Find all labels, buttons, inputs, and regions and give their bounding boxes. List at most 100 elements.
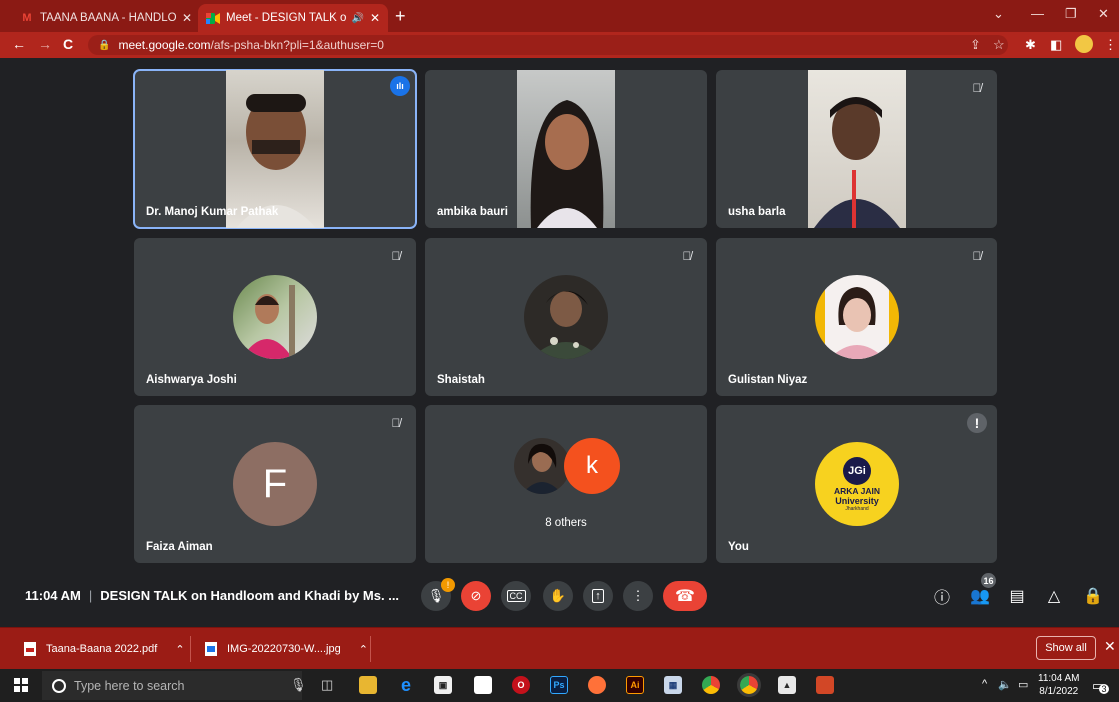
download-item[interactable]: IMG-20220730-W....jpg ⌃	[205, 628, 368, 670]
microphone-icon[interactable]: 🎙	[290, 677, 307, 693]
restore-icon[interactable]: ❐	[1065, 6, 1077, 22]
people-icon[interactable]: 👥	[969, 585, 991, 607]
host-controls-icon[interactable]: 🔒	[1082, 585, 1104, 607]
participant-avatar	[815, 275, 899, 359]
photos-icon[interactable]: ▲	[778, 676, 796, 694]
chrome-active-icon[interactable]	[737, 673, 761, 697]
tab-gmail[interactable]: M TAANA BAANA - HANDLOOM AN ✕	[12, 4, 200, 32]
tab-search-icon[interactable]: ⌄	[993, 6, 1004, 22]
document-icon[interactable]	[474, 676, 492, 694]
others-initial-avatar: k	[564, 438, 620, 494]
tab-title: Meet - DESIGN TALK on Han	[226, 12, 347, 24]
participant-name: usha barla	[728, 206, 786, 218]
leave-call-button[interactable]: ☎	[663, 581, 707, 611]
logo-jgi: JGi	[843, 456, 871, 485]
tab-meet[interactable]: Meet - DESIGN TALK on Han 🔊 ✕	[198, 4, 388, 32]
volume-icon[interactable]: 🔈	[998, 678, 1012, 691]
tab-title: TAANA BAANA - HANDLOOM AN	[40, 12, 176, 24]
participant-avatar	[524, 275, 608, 359]
side-panel-icon[interactable]: ◧	[1050, 37, 1062, 53]
notes-icon[interactable]: ▦	[664, 676, 682, 694]
photoshop-icon[interactable]: Ps	[550, 676, 568, 694]
participant-name: ambika bauri	[437, 206, 508, 218]
close-window-icon[interactable]: ✕	[1098, 6, 1109, 22]
taskbar-clock[interactable]: 11:04 AM 8/1/2022	[1038, 672, 1080, 698]
alert-icon[interactable]: !	[967, 413, 987, 433]
others-tile[interactable]: k 8 others	[425, 405, 707, 563]
others-count-label: 8 others	[545, 517, 587, 529]
taskbar-search-input[interactable]: Type here to search	[42, 671, 302, 700]
present-icon: ↑	[592, 589, 604, 603]
raise-hand-button[interactable]: ✋	[543, 581, 573, 611]
meeting-time: 11:04 AM	[25, 588, 81, 603]
university-logo-avatar: JGi ARKA JAIN University Jharkhand	[815, 442, 899, 526]
more-options-button[interactable]: ⋮	[623, 581, 653, 611]
url-host: meet.google.com	[118, 38, 211, 52]
mic-off-icon: 🎙̸	[391, 249, 401, 263]
download-item[interactable]: Taana-Baana 2022.pdf ⌃	[24, 628, 185, 670]
edge-icon[interactable]: e	[397, 675, 415, 695]
captions-icon: CC	[506, 590, 526, 602]
close-downloads-icon[interactable]: ✕	[1104, 638, 1116, 655]
participant-video	[808, 70, 906, 228]
mic-alert-badge: !	[441, 578, 455, 592]
reload-icon[interactable]: C	[63, 36, 73, 52]
participant-tile[interactable]: 🎙̸ usha barla	[716, 70, 997, 228]
show-all-button[interactable]: Show all	[1036, 636, 1096, 660]
camera-off-button[interactable]: ⊘	[461, 581, 491, 611]
participant-tile[interactable]: 🎙̸ Gulistan Niyaz	[716, 238, 997, 396]
participant-initial-avatar: F	[233, 442, 317, 526]
extensions-icon[interactable]: ✱	[1025, 37, 1036, 53]
pdf-file-icon	[24, 642, 36, 656]
chat-icon[interactable]: ▤	[1006, 585, 1028, 607]
url-input[interactable]: 🔒 meet.google.com /afs-psha-bkn?pli=1&au…	[88, 35, 1008, 55]
profile-avatar[interactable]	[1075, 35, 1093, 53]
powerpoint-icon[interactable]	[816, 676, 834, 694]
store-icon[interactable]: ▣	[434, 676, 452, 694]
mic-button[interactable]: 🎙 !	[421, 578, 455, 611]
participant-tile[interactable]: 🎙̸ F Faiza Aiman	[134, 405, 416, 563]
menu-dots-icon[interactable]: ⋮	[1104, 37, 1117, 53]
lock-icon[interactable]: 🔒	[98, 40, 110, 51]
chevron-up-icon[interactable]: ⌃	[175, 643, 184, 656]
windows-start-icon[interactable]	[14, 678, 28, 692]
download-shelf: Taana-Baana 2022.pdf ⌃ IMG-20220730-W...…	[0, 627, 1119, 669]
self-tile[interactable]: ! JGi ARKA JAIN University Jharkhand You	[716, 405, 997, 563]
speaker-icon[interactable]: 🔊	[351, 13, 363, 24]
participant-tile[interactable]: 🎙̸ Aishwarya Joshi	[134, 238, 416, 396]
notification-center-icon[interactable]: 3 ▭	[1092, 678, 1109, 694]
speaking-indicator-icon: ılı	[390, 76, 410, 96]
task-view-icon[interactable]: ◫	[321, 677, 333, 693]
address-bar-row: ← → C 🔒 meet.google.com /afs-psha-bkn?pl…	[0, 32, 1119, 58]
participant-tile[interactable]: ılı Dr. Manoj Kumar Pathak	[133, 69, 417, 229]
present-button[interactable]: ↑	[583, 581, 613, 611]
close-tab-icon[interactable]: ✕	[182, 11, 192, 25]
bookmark-star-icon[interactable]: ☆	[993, 37, 1005, 53]
chevron-up-icon[interactable]: ⌃	[359, 643, 368, 656]
participant-tile[interactable]: ambika bauri	[425, 70, 707, 228]
minimize-icon[interactable]: —	[1031, 6, 1044, 21]
close-tab-icon[interactable]: ✕	[370, 11, 380, 25]
illustrator-icon[interactable]: Ai	[626, 676, 644, 694]
meeting-details: 11:04 AM | DESIGN TALK on Handloom and Kha…	[25, 588, 399, 603]
meeting-info-icon[interactable]: ⓘ	[931, 585, 953, 607]
file-explorer-icon[interactable]	[359, 676, 377, 694]
activities-icon[interactable]: △	[1043, 585, 1065, 607]
firefox-icon[interactable]	[588, 676, 606, 694]
participant-name: Dr. Manoj Kumar Pathak	[146, 206, 279, 218]
participant-tile[interactable]: 🎙̸ Shaistah	[425, 238, 707, 396]
participant-count-badge: 16	[981, 573, 996, 588]
mic-off-icon: 🎙̸	[682, 249, 692, 263]
captions-button[interactable]: CC	[501, 581, 531, 611]
mic-off-icon: 🎙̸	[972, 81, 982, 95]
tray-chevron-icon[interactable]: ^	[982, 678, 987, 690]
image-file-icon	[205, 642, 217, 656]
new-tab-button[interactable]: +	[395, 6, 406, 27]
forward-icon[interactable]: →	[38, 36, 52, 52]
share-icon[interactable]: ⇪	[970, 37, 981, 53]
opera-icon[interactable]: O	[512, 676, 530, 694]
network-icon[interactable]: ▭	[1018, 678, 1028, 691]
others-avatar-photo	[514, 438, 570, 494]
back-icon[interactable]: ←	[12, 36, 26, 52]
chrome-icon[interactable]	[702, 676, 720, 694]
